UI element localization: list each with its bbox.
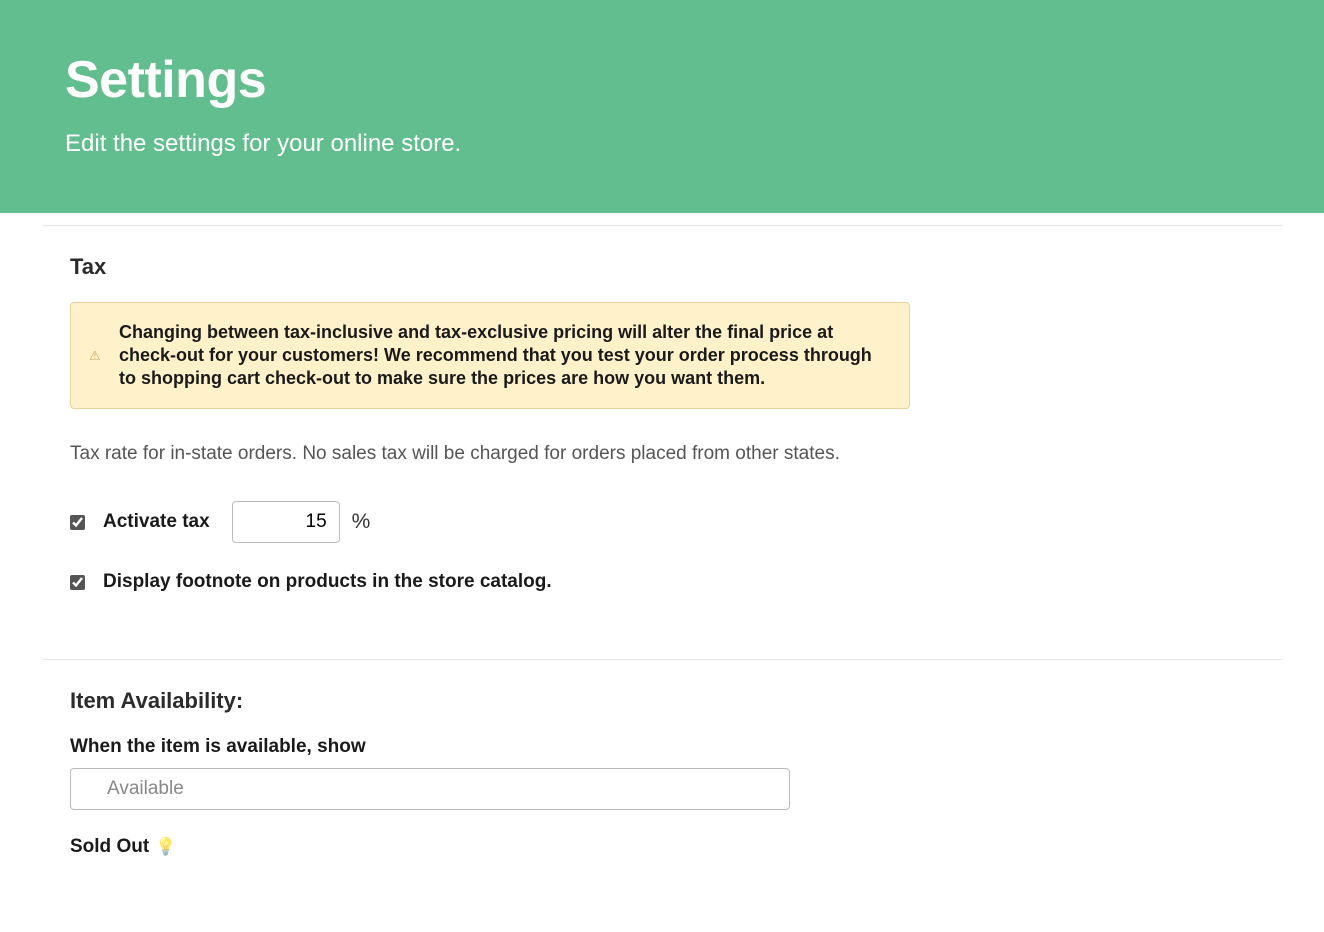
percent-symbol: % [352,510,371,534]
footnote-row: Display footnote on products in the stor… [70,571,1254,593]
tax-description: Tax rate for in-state orders. No sales t… [70,439,850,469]
lightbulb-icon: 💡 [155,837,176,857]
availability-section: Item Availability: When the item is avai… [42,659,1282,922]
available-label: When the item is available, show [70,736,1254,758]
tax-section: Tax ⚠ Changing between tax-inclusive and… [42,225,1282,659]
tax-warning-text: Changing between tax-inclusive and tax-e… [119,321,885,390]
soldout-label-text: Sold Out [70,836,149,858]
available-input-wrap: 📦 [70,768,790,810]
available-input[interactable] [70,768,790,810]
tax-rate-input[interactable] [232,501,340,543]
soldout-field-group: Sold Out 💡 [70,836,1254,858]
available-field-group: When the item is available, show 📦 [70,736,1254,810]
soldout-label: Sold Out 💡 [70,836,1254,858]
activate-tax-checkbox[interactable] [70,515,85,530]
tax-warning-box: ⚠ Changing between tax-inclusive and tax… [70,302,910,409]
page-subtitle: Edit the settings for your online store. [65,130,1259,158]
warning-icon: ⚠ [89,348,101,364]
activate-tax-row: Activate tax % [70,501,1254,543]
tax-heading: Tax [70,254,1254,280]
availability-heading: Item Availability: [70,688,1254,714]
footnote-checkbox[interactable] [70,575,85,590]
page-title: Settings [65,50,1259,110]
page-header: Settings Edit the settings for your onli… [0,0,1324,213]
activate-tax-label: Activate tax [103,511,210,533]
footnote-label: Display footnote on products in the stor… [103,571,552,593]
content-area: Tax ⚠ Changing between tax-inclusive and… [42,225,1282,922]
